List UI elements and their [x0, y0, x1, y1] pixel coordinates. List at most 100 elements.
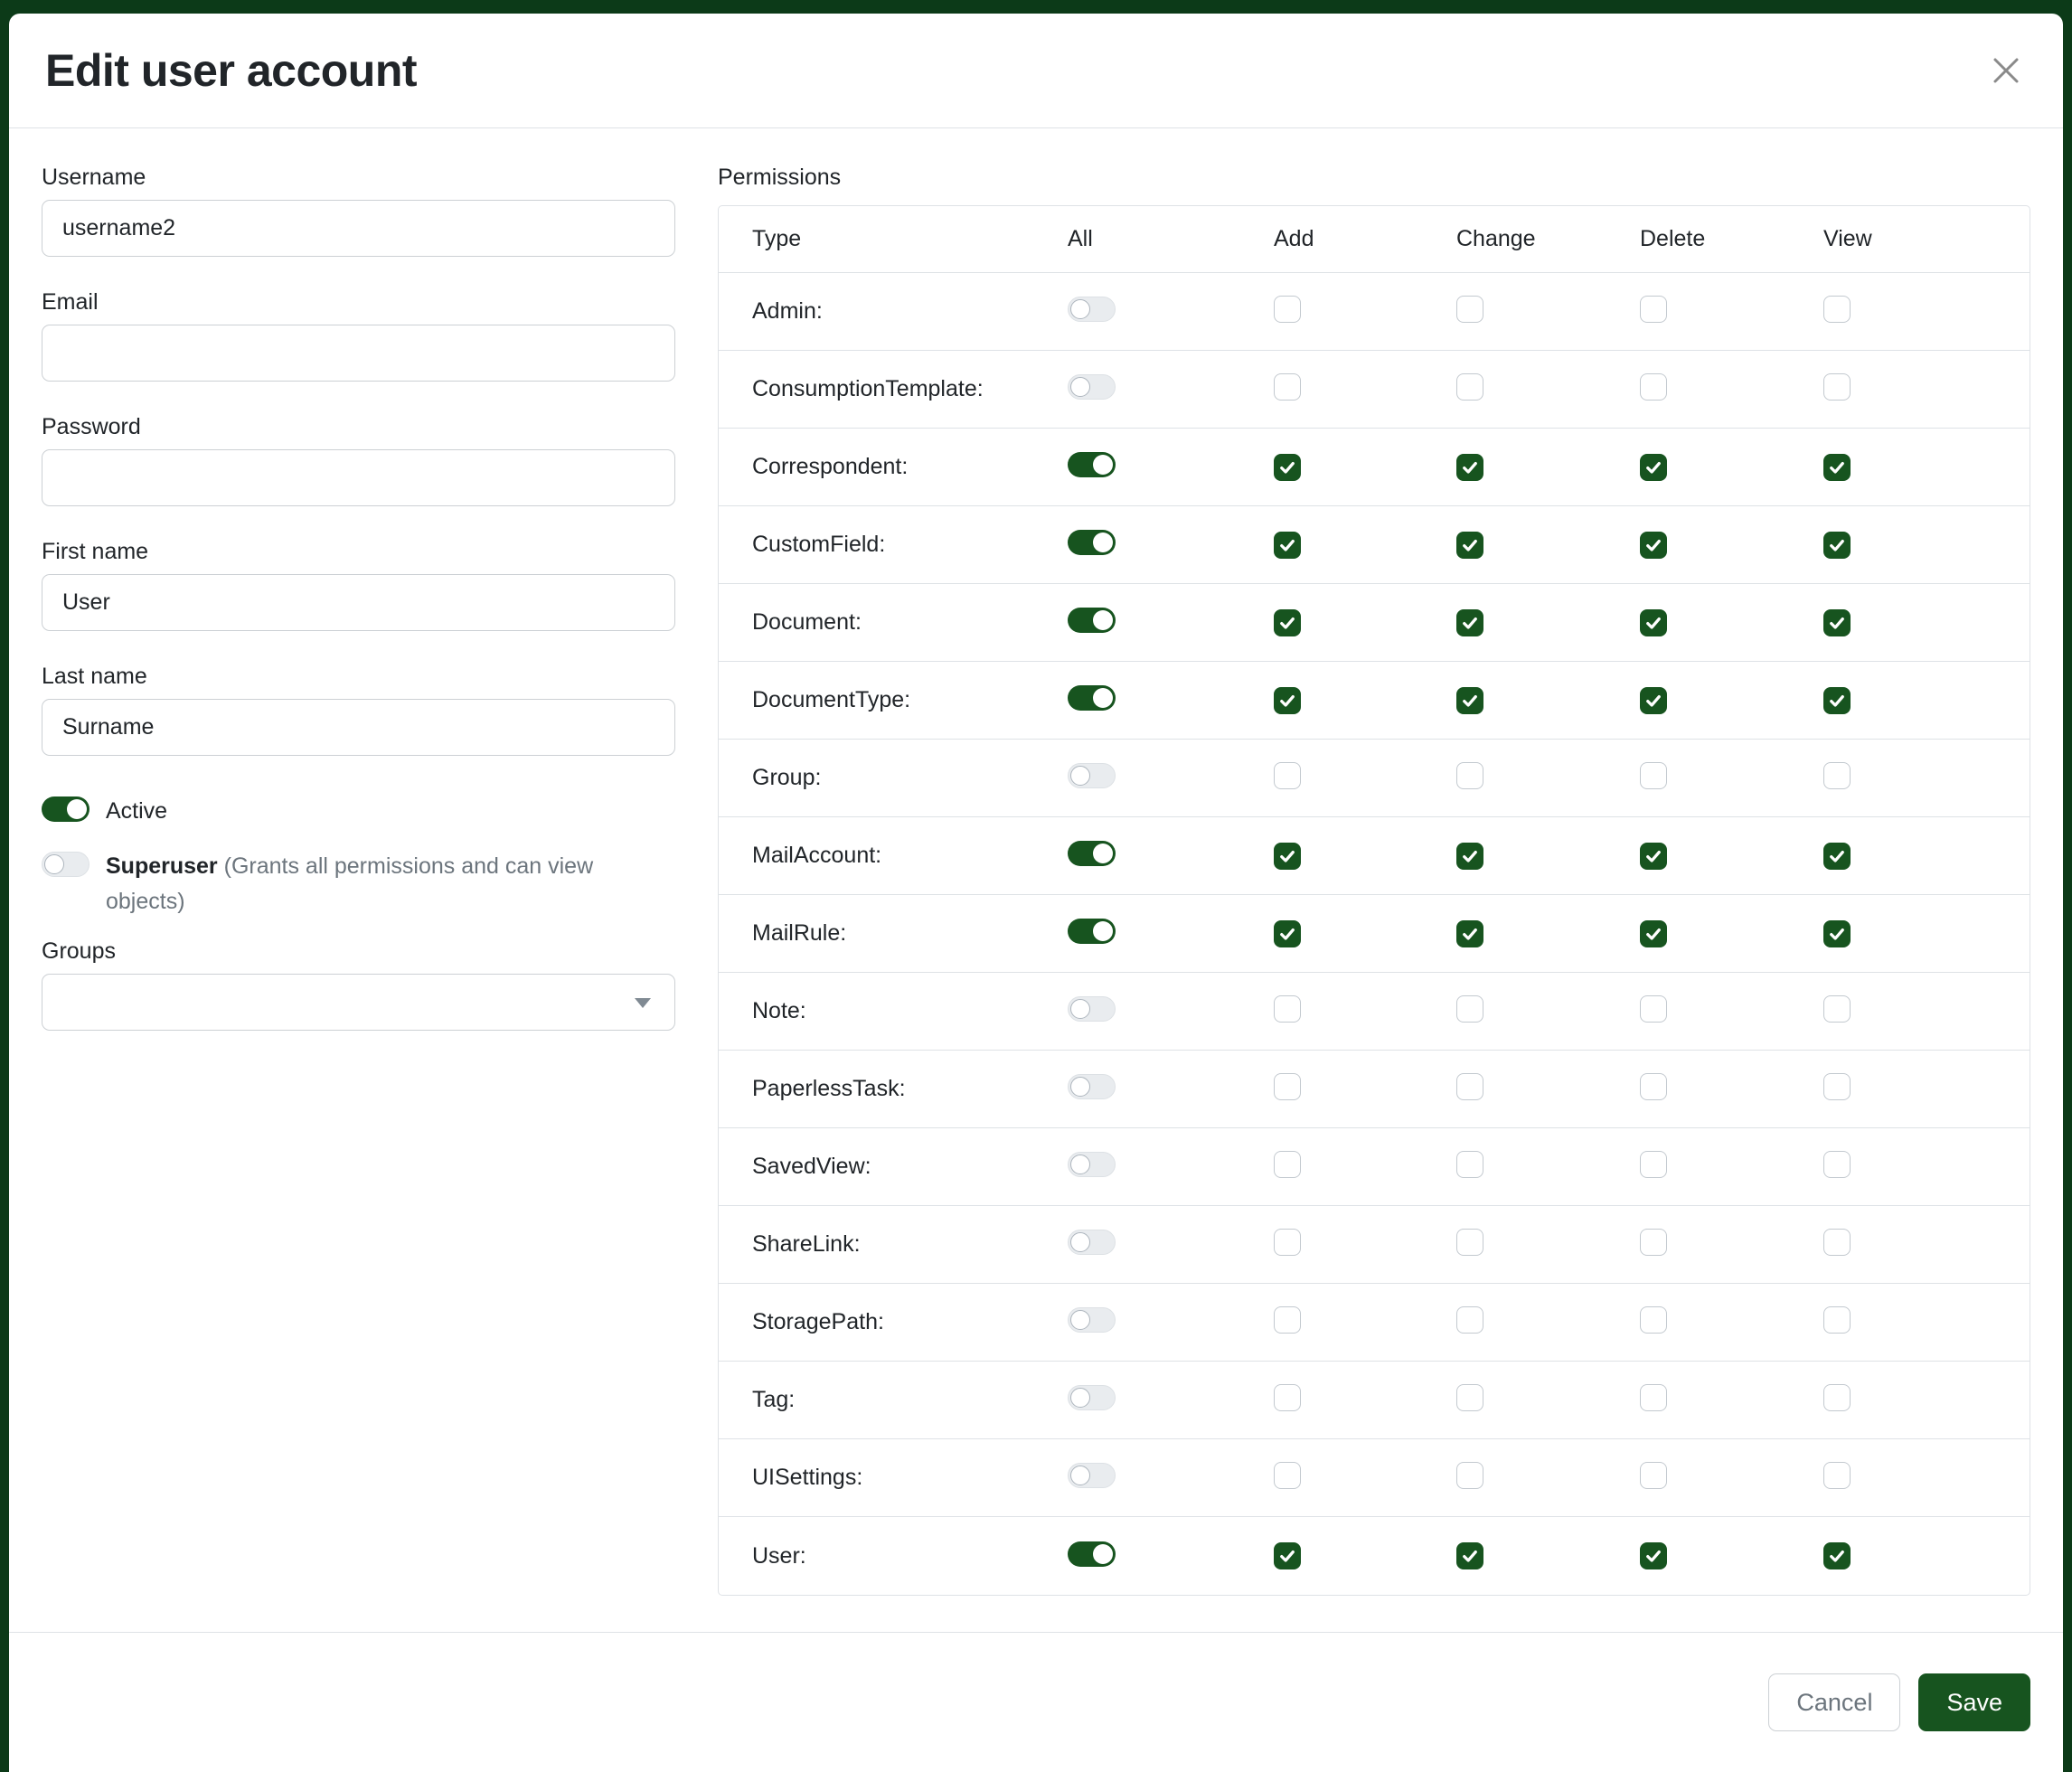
permission-delete-checkbox[interactable]	[1640, 762, 1667, 789]
permission-change-checkbox[interactable]	[1456, 1306, 1483, 1334]
permission-add-checkbox[interactable]	[1274, 762, 1301, 789]
permission-add-checkbox[interactable]	[1274, 843, 1301, 870]
permission-change-checkbox[interactable]	[1456, 687, 1483, 714]
permission-delete-checkbox[interactable]	[1640, 1384, 1667, 1411]
permission-delete-checkbox[interactable]	[1640, 454, 1667, 481]
permission-all-toggle[interactable]	[1068, 1230, 1116, 1255]
column-header-change: Change	[1456, 226, 1640, 252]
permission-change-checkbox[interactable]	[1456, 920, 1483, 947]
permission-add-checkbox[interactable]	[1274, 609, 1301, 636]
permission-view-checkbox[interactable]	[1823, 1384, 1851, 1411]
permission-change-checkbox[interactable]	[1456, 1542, 1483, 1569]
permission-view-checkbox[interactable]	[1823, 532, 1851, 559]
permission-change-checkbox[interactable]	[1456, 1229, 1483, 1256]
permission-delete-checkbox[interactable]	[1640, 532, 1667, 559]
permission-delete-checkbox[interactable]	[1640, 995, 1667, 1023]
permission-add-checkbox[interactable]	[1274, 995, 1301, 1023]
permission-all-toggle[interactable]	[1068, 1541, 1116, 1567]
permission-view-checkbox[interactable]	[1823, 843, 1851, 870]
permission-add-checkbox[interactable]	[1274, 687, 1301, 714]
permission-add-checkbox[interactable]	[1274, 1542, 1301, 1569]
permission-change-checkbox[interactable]	[1456, 1073, 1483, 1100]
permission-change-checkbox[interactable]	[1456, 454, 1483, 481]
permission-delete-checkbox[interactable]	[1640, 373, 1667, 401]
permission-view-checkbox[interactable]	[1823, 454, 1851, 481]
permission-add-checkbox[interactable]	[1274, 532, 1301, 559]
permission-add-checkbox[interactable]	[1274, 1073, 1301, 1100]
permission-view-checkbox[interactable]	[1823, 609, 1851, 636]
permission-delete-checkbox[interactable]	[1640, 843, 1667, 870]
permission-add-checkbox[interactable]	[1274, 373, 1301, 401]
email-input[interactable]	[42, 325, 675, 382]
permission-delete-checkbox[interactable]	[1640, 687, 1667, 714]
permission-all-toggle[interactable]	[1068, 1152, 1116, 1177]
permission-all-toggle[interactable]	[1068, 841, 1116, 866]
permission-change-checkbox[interactable]	[1456, 843, 1483, 870]
permission-delete-checkbox[interactable]	[1640, 1073, 1667, 1100]
permission-add-checkbox[interactable]	[1274, 1306, 1301, 1334]
permission-all-toggle[interactable]	[1068, 297, 1116, 322]
first-name-input[interactable]	[42, 574, 675, 631]
permission-all-toggle[interactable]	[1068, 1307, 1116, 1333]
permission-change-checkbox[interactable]	[1456, 609, 1483, 636]
permission-add-checkbox[interactable]	[1274, 296, 1301, 323]
permission-add-checkbox[interactable]	[1274, 454, 1301, 481]
permission-view-checkbox[interactable]	[1823, 1073, 1851, 1100]
permission-delete-checkbox[interactable]	[1640, 1542, 1667, 1569]
permission-view-checkbox[interactable]	[1823, 1151, 1851, 1178]
permission-change-checkbox[interactable]	[1456, 995, 1483, 1023]
permission-view-checkbox[interactable]	[1823, 1542, 1851, 1569]
permission-view-checkbox[interactable]	[1823, 1229, 1851, 1256]
permission-view-checkbox[interactable]	[1823, 373, 1851, 401]
column-header-all: All	[1068, 226, 1274, 252]
permission-delete-checkbox[interactable]	[1640, 920, 1667, 947]
permission-change-checkbox[interactable]	[1456, 762, 1483, 789]
permission-change-checkbox[interactable]	[1456, 296, 1483, 323]
check-icon	[1278, 925, 1296, 943]
permission-all-toggle[interactable]	[1068, 452, 1116, 477]
permission-add-checkbox[interactable]	[1274, 1151, 1301, 1178]
permission-all-toggle[interactable]	[1068, 1074, 1116, 1099]
permission-all-toggle[interactable]	[1068, 919, 1116, 944]
permission-change-checkbox[interactable]	[1456, 1151, 1483, 1178]
permission-all-toggle[interactable]	[1068, 685, 1116, 711]
permission-change-checkbox[interactable]	[1456, 1384, 1483, 1411]
permission-change-checkbox[interactable]	[1456, 532, 1483, 559]
permission-view-checkbox[interactable]	[1823, 687, 1851, 714]
permission-change-checkbox[interactable]	[1456, 1462, 1483, 1489]
username-input[interactable]	[42, 200, 675, 257]
permission-view-checkbox[interactable]	[1823, 995, 1851, 1023]
save-button[interactable]: Save	[1918, 1673, 2030, 1731]
permission-view-checkbox[interactable]	[1823, 1306, 1851, 1334]
permission-add-checkbox[interactable]	[1274, 1229, 1301, 1256]
groups-select[interactable]	[42, 974, 675, 1031]
permission-all-toggle[interactable]	[1068, 763, 1116, 788]
permission-delete-checkbox[interactable]	[1640, 1229, 1667, 1256]
permission-delete-checkbox[interactable]	[1640, 1462, 1667, 1489]
permission-all-toggle[interactable]	[1068, 1385, 1116, 1410]
permission-all-toggle[interactable]	[1068, 1463, 1116, 1488]
permission-add-checkbox[interactable]	[1274, 1384, 1301, 1411]
permission-all-toggle[interactable]	[1068, 608, 1116, 633]
permission-all-toggle[interactable]	[1068, 374, 1116, 400]
close-button[interactable]	[1985, 50, 2027, 91]
permission-view-checkbox[interactable]	[1823, 1462, 1851, 1489]
active-toggle[interactable]	[42, 796, 89, 822]
password-input[interactable]	[42, 449, 675, 506]
superuser-toggle[interactable]	[42, 852, 89, 877]
permission-all-toggle[interactable]	[1068, 530, 1116, 555]
permission-view-checkbox[interactable]	[1823, 762, 1851, 789]
permission-delete-checkbox[interactable]	[1640, 1151, 1667, 1178]
permission-delete-checkbox[interactable]	[1640, 296, 1667, 323]
last-name-input[interactable]	[42, 699, 675, 756]
permission-add-checkbox[interactable]	[1274, 1462, 1301, 1489]
toggle-knob	[1093, 533, 1113, 552]
permission-view-checkbox[interactable]	[1823, 920, 1851, 947]
permission-change-checkbox[interactable]	[1456, 373, 1483, 401]
permission-all-toggle[interactable]	[1068, 996, 1116, 1022]
cancel-button[interactable]: Cancel	[1768, 1673, 1900, 1731]
permission-add-checkbox[interactable]	[1274, 920, 1301, 947]
permission-delete-checkbox[interactable]	[1640, 609, 1667, 636]
permission-view-checkbox[interactable]	[1823, 296, 1851, 323]
permission-delete-checkbox[interactable]	[1640, 1306, 1667, 1334]
